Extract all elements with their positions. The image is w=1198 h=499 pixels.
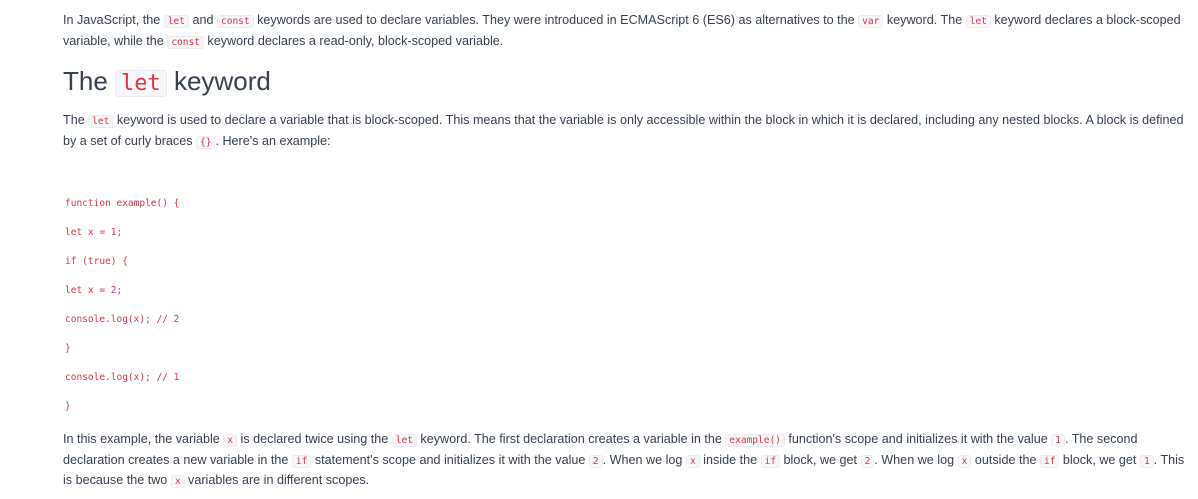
section-heading: The let keyword [63, 60, 271, 105]
para2-text-3: . Here's an example: [215, 133, 331, 148]
para3-text-9: block, we get [780, 452, 861, 467]
article-page: In JavaScript, the let and const keyword… [0, 0, 1198, 499]
inline-code-var: var [858, 15, 884, 28]
code-line: console.log(x); // 1 [65, 372, 180, 383]
code-line: if (true) { [65, 256, 128, 267]
intro-text-1: In JavaScript, the [63, 13, 164, 27]
code-line: } [65, 401, 71, 412]
inline-code-const: const [167, 35, 204, 49]
para3-text-4: function's scope and initializes it with… [784, 432, 1052, 446]
inline-code-if: if [291, 454, 312, 468]
inline-code-if: if [1039, 454, 1060, 468]
para3-text-1: In this example, the variable [63, 432, 224, 446]
inline-code-1: 1 [1051, 434, 1065, 447]
code-line: let x = 1; [65, 227, 123, 238]
let-description-paragraph: The let keyword is used to declare a var… [63, 111, 1193, 152]
inline-code-x: x [685, 454, 700, 468]
intro-text-3: keywords are used to declare variables. … [253, 13, 859, 27]
inline-code-x: x [223, 434, 238, 447]
inline-code-2: 2 [588, 454, 603, 468]
intro-paragraph: In JavaScript, the let and const keyword… [63, 11, 1188, 52]
inline-code-example-fn: example() [725, 434, 785, 447]
para3-text-2: is declared twice using the [237, 432, 392, 446]
para3-text-10: . When we log [874, 452, 958, 467]
intro-text-6: keyword declares a read-only, block-scop… [203, 33, 504, 48]
para3-text-3: keyword. The first declaration creates a… [416, 432, 726, 446]
code-line: } [65, 343, 71, 354]
intro-text-2: and [188, 13, 217, 27]
code-line: console.log(x); // 2 [65, 314, 180, 325]
para3-text-11: outside the [971, 452, 1040, 467]
inline-code-let: let [391, 434, 417, 447]
para3-text-7: . When we log [602, 452, 686, 467]
inline-code-2: 2 [860, 454, 875, 468]
inline-code-1: 1 [1139, 454, 1154, 468]
para2-text-1: The [63, 113, 89, 127]
code-line: let x = 2; [65, 285, 123, 296]
inline-code-let: let [965, 15, 991, 28]
para3-text-14: variables are in different scopes. [184, 473, 370, 487]
code-line: function example() { [65, 198, 180, 209]
para3-text-12: block, we get [1059, 452, 1140, 467]
para3-text-6: statement's scope and initializes it wit… [311, 452, 589, 467]
para3-text-8: inside the [699, 452, 761, 467]
heading-text-post: keyword [166, 66, 271, 96]
inline-code-let: let [163, 15, 189, 28]
explanation-paragraph: In this example, the variable x is decla… [63, 430, 1193, 492]
inline-code-let: let [88, 115, 114, 128]
inline-code-const: const [217, 15, 254, 28]
inline-code-x: x [957, 454, 972, 468]
heading-code-let: let [115, 70, 167, 97]
inline-code-if: if [760, 454, 781, 468]
inline-code-x: x [170, 475, 185, 488]
intro-text-4: keyword. The [883, 13, 966, 27]
heading-text-pre: The [63, 66, 116, 96]
inline-code-braces: {} [196, 135, 216, 149]
